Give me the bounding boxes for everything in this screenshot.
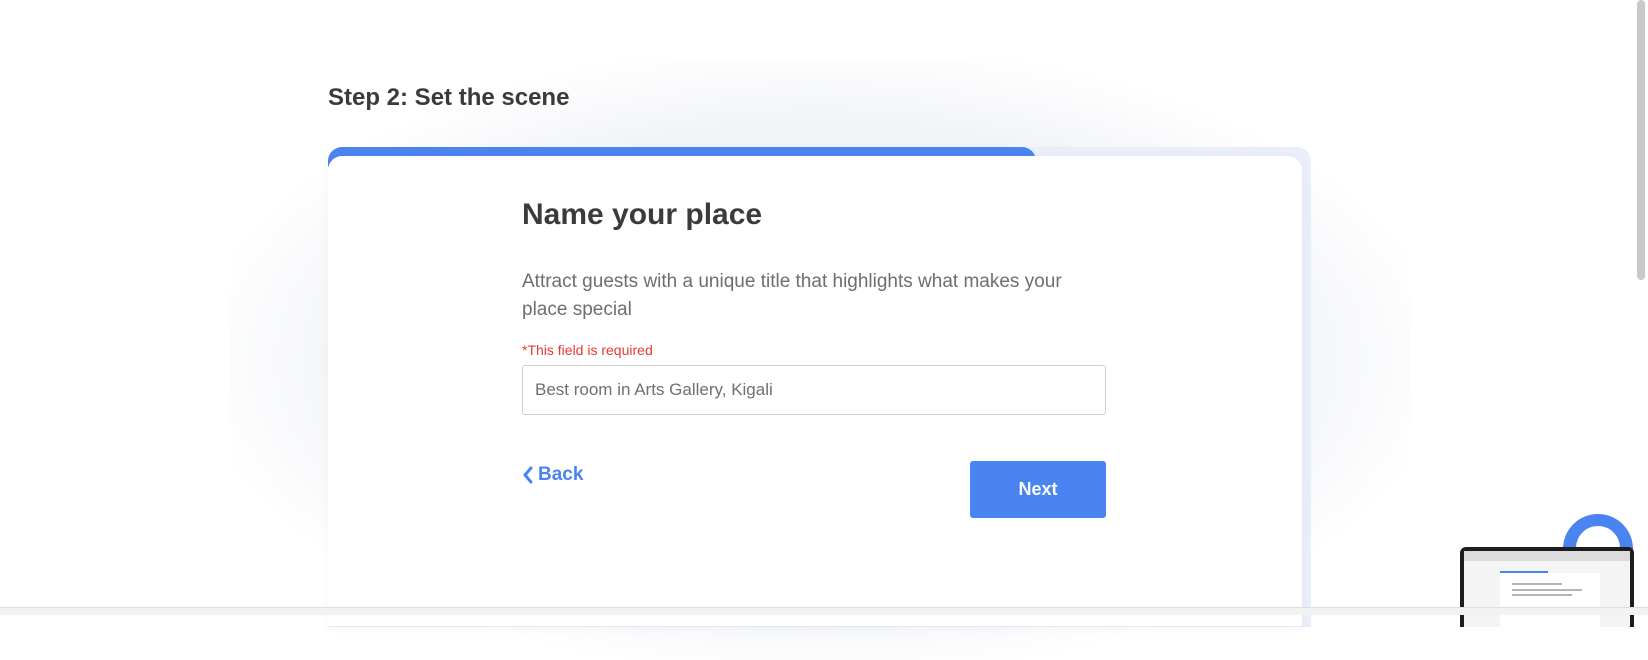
form-card: Name your place Attract guests with a un… — [328, 156, 1302, 626]
step-title: Step 2: Set the scene — [328, 84, 570, 111]
back-button-label: Back — [538, 464, 584, 485]
screen-preview-thumbnail[interactable] — [1460, 547, 1634, 627]
next-button[interactable]: Next — [970, 461, 1106, 518]
preview-panel — [1500, 573, 1600, 627]
preview-line — [1512, 589, 1582, 591]
page-heading: Name your place — [522, 198, 763, 231]
required-error: *This field is required — [522, 342, 653, 358]
chevron-left-icon — [522, 466, 534, 484]
preview-screen — [1464, 551, 1630, 627]
preview-toolbar — [1464, 551, 1630, 561]
preview-line — [1512, 583, 1562, 585]
page-description: Attract guests with a unique title that … — [522, 271, 1062, 320]
scrollbar-thumb[interactable] — [1637, 0, 1645, 280]
preview-line — [1512, 594, 1572, 596]
back-button[interactable]: Back — [522, 460, 583, 490]
place-title-input[interactable] — [522, 365, 1106, 415]
